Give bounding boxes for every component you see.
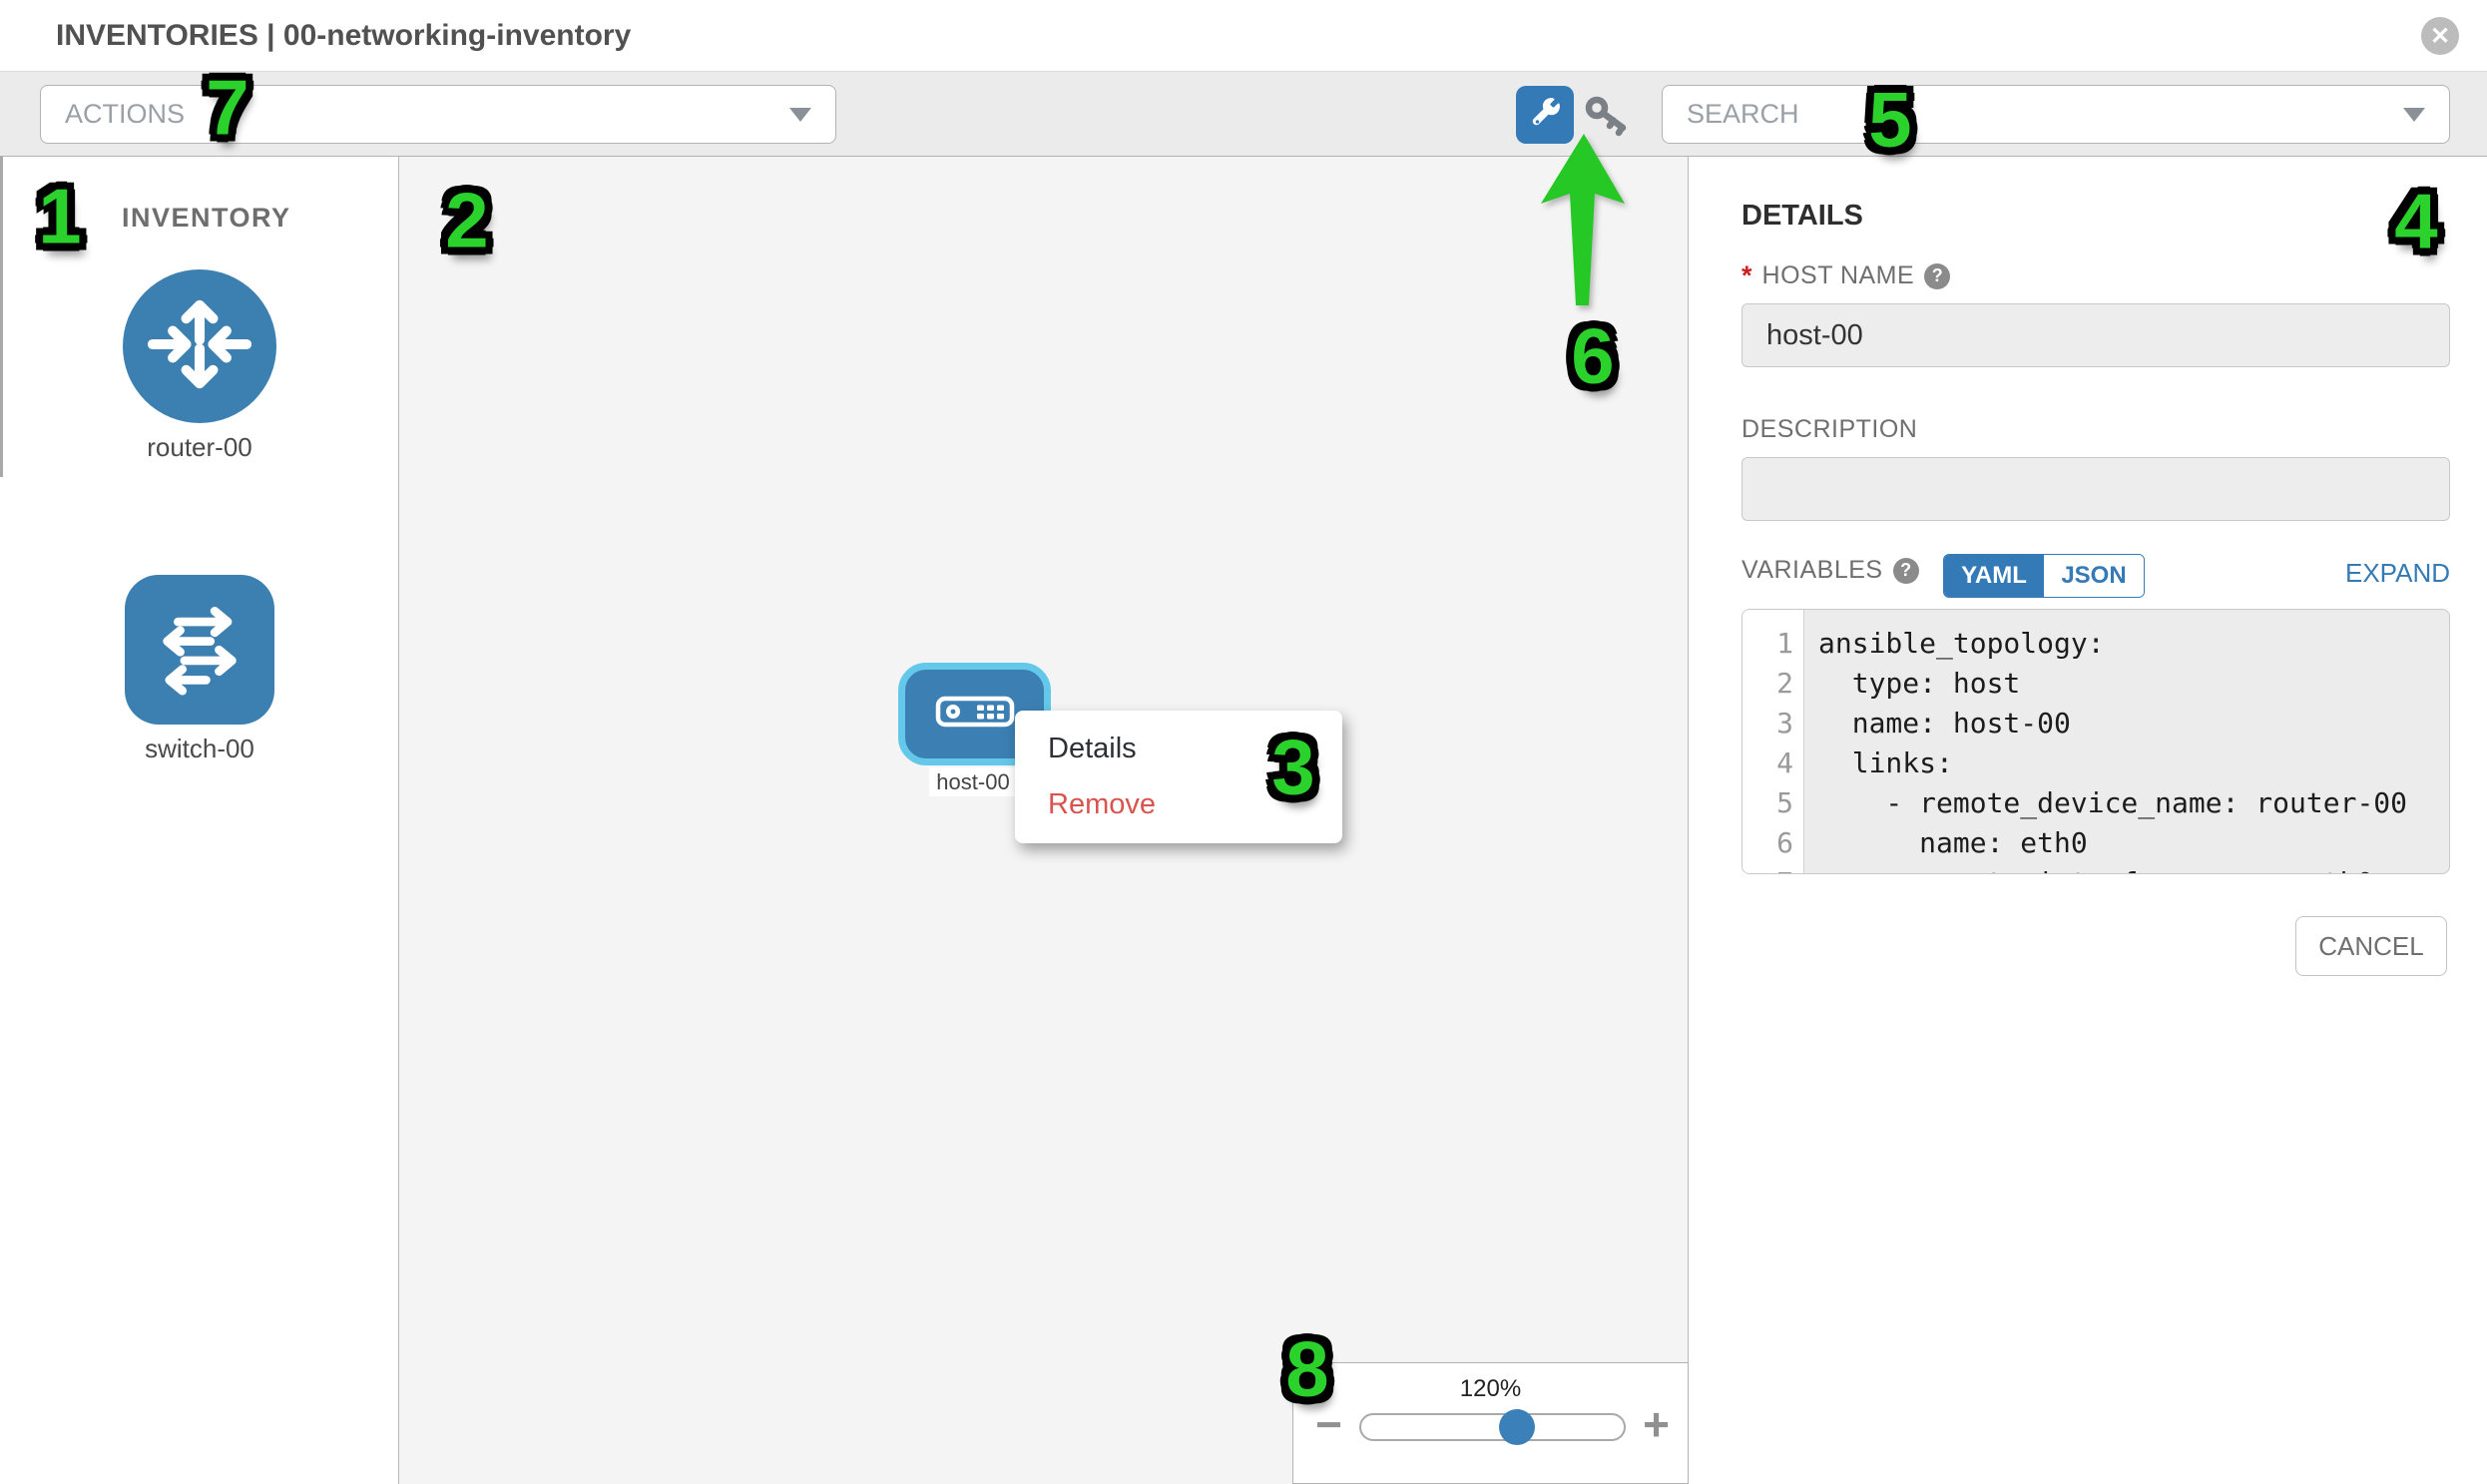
description-input[interactable]: [1741, 457, 2450, 521]
context-menu-remove[interactable]: Remove: [1015, 776, 1342, 832]
key-icon: [1584, 95, 1632, 142]
code-gutter: 1 2 3 4 5 6 7: [1742, 610, 1804, 873]
line-number: 7: [1742, 863, 1803, 874]
code-line: remote_interface_name: eth0: [1818, 863, 2407, 874]
header: INVENTORIES | 00-networking-inventory ✕: [0, 0, 2487, 71]
palette-item-label: router-00: [60, 432, 339, 463]
context-menu-details[interactable]: Details: [1015, 721, 1342, 776]
actions-dropdown-label: ACTIONS: [65, 99, 185, 130]
code-content[interactable]: ansible_topology: type: host name: host-…: [1804, 610, 2407, 873]
json-toggle[interactable]: JSON: [2044, 555, 2144, 597]
switch-icon: [146, 594, 253, 707]
inventory-heading: INVENTORY: [122, 203, 291, 234]
zoom-in-button[interactable]: +: [1643, 1401, 1670, 1447]
host-node-label: host-00: [929, 767, 1017, 796]
code-line: name: host-00: [1818, 704, 2407, 743]
expand-link[interactable]: EXPAND: [2345, 558, 2450, 589]
palette-item-label: switch-00: [60, 734, 339, 764]
node-context-menu: Details Remove: [1015, 711, 1342, 843]
yaml-toggle[interactable]: YAML: [1944, 555, 2044, 597]
page-title: INVENTORIES | 00-networking-inventory: [56, 19, 631, 53]
toolbar: ACTIONS SEARCH: [0, 71, 2487, 157]
details-panel: DETAILS * HOST NAME ? DESCRIPTION VARIAB…: [1690, 157, 2487, 1484]
description-label: DESCRIPTION: [1741, 415, 1917, 444]
zoom-control: 120% − +: [1292, 1362, 1689, 1484]
code-line: type: host: [1818, 664, 2407, 704]
topology-canvas[interactable]: host-00 Details Remove 120% − +: [399, 157, 1689, 1484]
host-name-label-row: * HOST NAME ?: [1741, 260, 1950, 291]
chevron-down-icon: [789, 108, 811, 122]
host-name-input[interactable]: [1741, 303, 2450, 367]
palette-item-switch[interactable]: [125, 575, 274, 725]
wrench-icon: [1527, 95, 1563, 136]
zoom-out-button[interactable]: −: [1315, 1401, 1342, 1447]
variables-code-editor[interactable]: 1 2 3 4 5 6 7 ansible_topology: type: ho…: [1741, 609, 2450, 874]
code-line: - remote_device_name: router-00: [1818, 783, 2407, 823]
variables-format-toggle: YAML JSON: [1943, 554, 2145, 598]
close-icon[interactable]: ✕: [2421, 17, 2459, 55]
zoom-slider-track[interactable]: [1359, 1413, 1626, 1441]
search-placeholder: SEARCH: [1687, 99, 1799, 130]
code-line: ansible_topology:: [1818, 624, 2407, 664]
wrench-button[interactable]: [1516, 86, 1574, 144]
line-number: 5: [1742, 783, 1803, 823]
variables-label-row: VARIABLES ?: [1741, 556, 1919, 585]
zoom-level-label: 120%: [1293, 1375, 1688, 1403]
help-icon[interactable]: ?: [1893, 558, 1919, 584]
key-button[interactable]: [1583, 96, 1633, 140]
sidebar-scrollbar[interactable]: [0, 157, 3, 477]
actions-dropdown[interactable]: ACTIONS: [40, 85, 836, 144]
chevron-down-icon: [2403, 108, 2425, 122]
line-number: 4: [1742, 743, 1803, 783]
variables-label: VARIABLES: [1741, 556, 1883, 585]
search-dropdown[interactable]: SEARCH: [1662, 85, 2450, 144]
line-number: 1: [1742, 624, 1803, 664]
line-number: 3: [1742, 704, 1803, 743]
code-line: name: eth0: [1818, 823, 2407, 863]
line-number: 6: [1742, 823, 1803, 863]
code-line: links:: [1818, 743, 2407, 783]
required-marker: *: [1741, 260, 1752, 291]
host-icon: [935, 696, 1015, 733]
zoom-slider-thumb[interactable]: [1499, 1409, 1535, 1445]
description-label-row: DESCRIPTION: [1741, 415, 1917, 444]
palette-item-router[interactable]: [123, 269, 276, 423]
router-icon: [144, 288, 255, 405]
help-icon[interactable]: ?: [1924, 263, 1950, 289]
cancel-button[interactable]: CANCEL: [2295, 916, 2447, 976]
line-number: 2: [1742, 664, 1803, 704]
details-heading: DETAILS: [1741, 200, 1863, 233]
networking-topology-app: INVENTORIES | 00-networking-inventory ✕ …: [0, 0, 2487, 1484]
inventory-palette: INVENTORY router-00: [0, 157, 399, 1484]
host-name-label: HOST NAME: [1762, 261, 1915, 290]
